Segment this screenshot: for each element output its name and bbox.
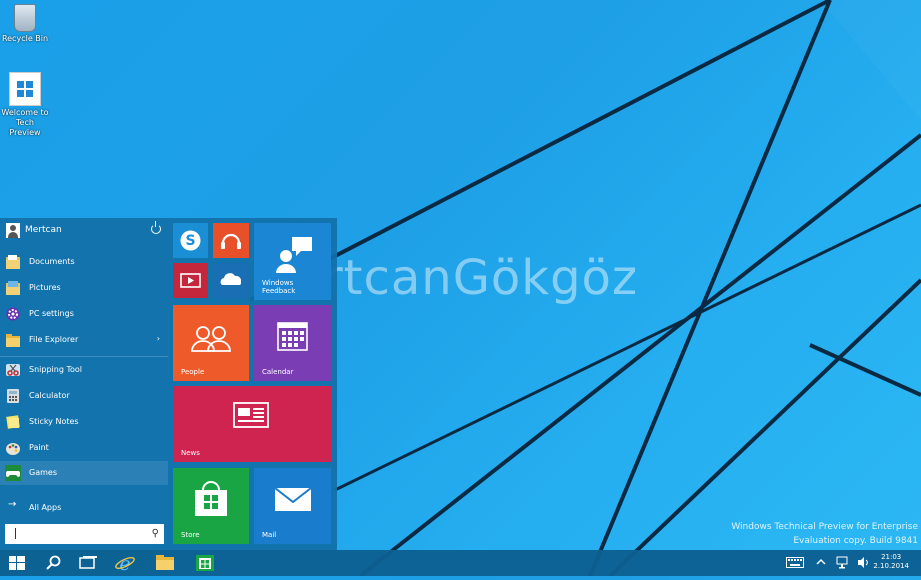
start-item-label: Calculator (29, 391, 70, 400)
file-explorer-icon (156, 555, 174, 570)
chevron-up-icon[interactable] (816, 556, 826, 571)
evaluation-notice-line2: Evaluation copy. Build 9841 (793, 536, 918, 546)
start-item-calculator[interactable]: Calculator (0, 384, 168, 408)
tile-label: Store (181, 531, 200, 539)
calculator-icon (7, 389, 19, 403)
svg-text:S: S (185, 233, 195, 249)
start-item-snipping-tool[interactable]: Snipping Tool (0, 358, 168, 382)
skype-icon: S (180, 230, 201, 251)
svg-text:e: e (119, 553, 130, 575)
desktop-icon-label: Welcome to Tech Preview (1, 108, 49, 137)
tile-label: Calendar (262, 368, 294, 376)
internet-explorer-icon: e (115, 553, 135, 575)
all-apps-button[interactable]: → All Apps (0, 496, 168, 520)
arrow-right-icon: → (8, 499, 17, 510)
start-item-documents[interactable]: Documents (0, 250, 168, 274)
gamepad-icon (5, 465, 21, 481)
task-view-icon (79, 556, 97, 569)
music-icon (221, 233, 241, 249)
tile-mail[interactable]: Mail (254, 468, 331, 544)
start-item-label: Paint (29, 443, 49, 452)
start-item-pictures[interactable]: Pictures (0, 276, 168, 300)
text-cursor (15, 528, 16, 539)
palette-icon (6, 443, 20, 455)
all-apps-label: All Apps (29, 503, 62, 512)
start-menu-divider (0, 356, 168, 357)
start-item-label: Documents (29, 257, 75, 266)
evaluation-notice-line1: Windows Technical Preview for Enterprise (731, 522, 918, 532)
start-item-label: Pictures (29, 283, 61, 292)
file-explorer-button[interactable] (147, 550, 183, 576)
gear-icon (6, 307, 20, 321)
start-item-label: PC settings (29, 309, 74, 318)
start-item-label: Sticky Notes (29, 417, 79, 426)
tile-label: Windows Feedback (262, 279, 296, 295)
internet-explorer-button[interactable]: e (107, 550, 143, 576)
tile-skype[interactable]: S (173, 223, 208, 258)
start-item-pc-settings[interactable]: PC settings (0, 302, 168, 326)
tile-onedrive[interactable] (213, 263, 249, 298)
keyboard-icon[interactable] (786, 557, 804, 571)
start-item-paint[interactable]: Paint (0, 436, 168, 460)
start-button[interactable] (0, 550, 36, 576)
tile-windows-feedback[interactable]: Windows Feedback (254, 223, 331, 300)
recycle-bin-icon (14, 4, 36, 32)
video-icon (180, 273, 201, 288)
documents-folder-icon (6, 255, 20, 269)
tile-news[interactable]: News (173, 386, 331, 462)
tile-store[interactable]: Store (173, 468, 249, 544)
user-name: Mertcan (25, 225, 62, 235)
clock[interactable]: 21:03 2.10.2014 (873, 553, 909, 571)
start-item-file-explorer[interactable]: File Explorer › (0, 328, 168, 352)
onedrive-icon (220, 273, 242, 285)
user-avatar-icon (6, 223, 20, 238)
pictures-folder-icon (6, 281, 20, 295)
tile-label: Mail (262, 531, 277, 539)
task-view-button[interactable] (70, 550, 106, 576)
clock-date: 2.10.2014 (873, 562, 909, 570)
start-menu-left-pane: Mertcan Documents Pictures PC settings F… (0, 218, 168, 550)
search-icon[interactable]: ⚲ (152, 528, 159, 539)
start-search-box[interactable]: ⚲ (5, 524, 164, 544)
desktop-icon-label: Recycle Bin (1, 34, 49, 43)
start-item-label: Games (29, 468, 57, 477)
tile-video[interactable] (173, 263, 208, 298)
windows-logo-icon (9, 72, 41, 106)
speaker-icon[interactable] (857, 556, 869, 572)
chevron-right-icon[interactable]: › (157, 334, 160, 343)
tile-label: People (181, 368, 205, 376)
folder-icon (6, 334, 20, 347)
start-menu: Mertcan Documents Pictures PC settings F… (0, 218, 337, 550)
search-icon (46, 555, 61, 570)
power-icon[interactable] (151, 221, 161, 234)
start-item-sticky-notes[interactable]: Sticky Notes (0, 410, 168, 434)
start-item-label: Snipping Tool (29, 365, 82, 374)
tile-label: News (181, 449, 200, 457)
taskbar: e 21:03 2.10.2014 (0, 550, 921, 576)
desktop-icon-welcome[interactable]: Welcome to Tech Preview (0, 72, 50, 138)
start-item-label: File Explorer (29, 335, 79, 344)
user-account[interactable]: Mertcan (0, 218, 168, 244)
clock-time: 21:03 (881, 553, 902, 561)
tile-calendar[interactable]: Calendar (254, 305, 331, 381)
network-icon[interactable] (836, 556, 848, 572)
start-item-games[interactable]: Games (0, 461, 168, 485)
tile-music[interactable] (213, 223, 249, 258)
desktop-icon-recycle-bin[interactable]: Recycle Bin (0, 4, 50, 44)
windows-start-icon (9, 556, 25, 570)
search-button[interactable] (36, 550, 72, 576)
store-icon (196, 555, 214, 571)
tile-people[interactable]: People (173, 305, 249, 381)
scissors-icon (6, 364, 20, 376)
note-icon (6, 415, 20, 429)
store-taskbar-button[interactable] (187, 550, 223, 576)
